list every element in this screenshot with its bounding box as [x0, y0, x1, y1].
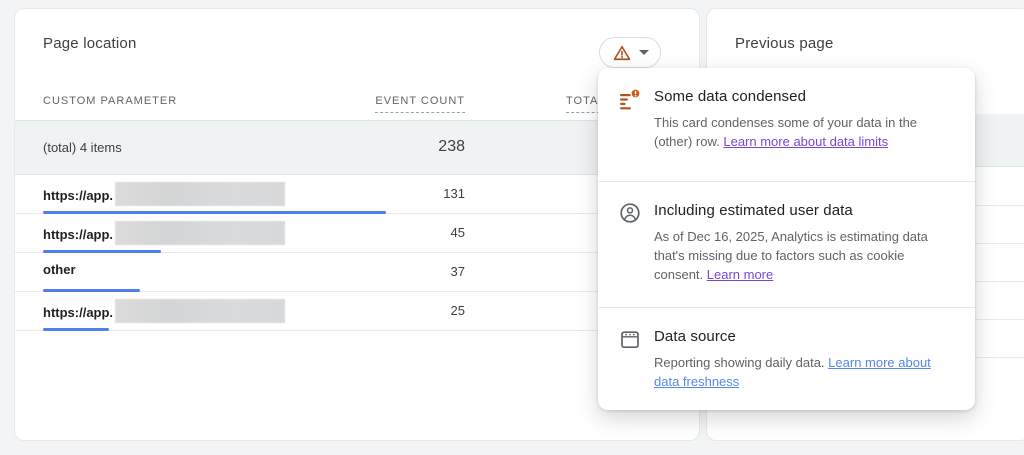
table-row: https://app. 131 [15, 175, 699, 214]
popover-section-title: Some data condensed [654, 88, 954, 105]
popover-section-title: Including estimated user data [654, 202, 954, 219]
total-row-label: (total) 4 items [43, 140, 122, 155]
data-quality-popover: Some data condensed This card condenses … [598, 68, 975, 410]
row-label: other [43, 262, 76, 277]
page-title: Previous page [735, 35, 834, 52]
table-row: https://app. 45 [15, 214, 699, 253]
popover-section-data-source: Data source Reporting showing daily data… [598, 307, 975, 410]
total-row: (total) 4 items 238 [15, 121, 699, 175]
redacted-block [115, 221, 285, 245]
condensed-data-icon [618, 87, 642, 111]
page-title: Page location [43, 35, 137, 52]
redacted-block [115, 299, 285, 323]
calendar-icon [618, 327, 642, 351]
warning-triangle-icon [612, 43, 632, 63]
column-header-event-count[interactable]: EVENT COUNT [375, 95, 465, 113]
popover-section-condensed: Some data condensed This card condenses … [598, 68, 975, 181]
table-row: https://app. 25 [15, 292, 699, 331]
row-label: https://app. [43, 188, 113, 203]
popover-section-estimated-data: Including estimated user data As of Dec … [598, 181, 975, 307]
table-header: CUSTOM PARAMETER EVENT COUNT TOTAL [15, 89, 699, 121]
learn-more-data-limits-link[interactable]: Learn more about data limits [723, 134, 888, 149]
table-rows: https://app. 131 https://app. 45 other 3… [15, 175, 699, 331]
row-event-count: 45 [451, 225, 465, 240]
chevron-down-icon [639, 50, 649, 55]
value-bar [43, 328, 109, 331]
redacted-block [115, 182, 285, 206]
row-event-count: 131 [443, 186, 465, 201]
popover-section-title: Data source [654, 328, 954, 345]
popover-section-body: As of Dec 16, 2025, Analytics is estimat… [654, 229, 928, 282]
row-label: https://app. [43, 227, 113, 242]
learn-more-link[interactable]: Learn more [707, 267, 773, 282]
table-row: other 37 [15, 253, 699, 292]
row-event-count: 25 [451, 303, 465, 318]
column-header-custom-parameter: CUSTOM PARAMETER [43, 95, 177, 107]
total-event-count: 238 [438, 138, 465, 156]
row-event-count: 37 [451, 264, 465, 279]
estimated-user-data-icon [618, 201, 642, 225]
popover-section-body: Reporting showing daily data. [654, 355, 828, 370]
data-quality-chip[interactable] [599, 37, 661, 68]
row-label: https://app. [43, 305, 113, 320]
